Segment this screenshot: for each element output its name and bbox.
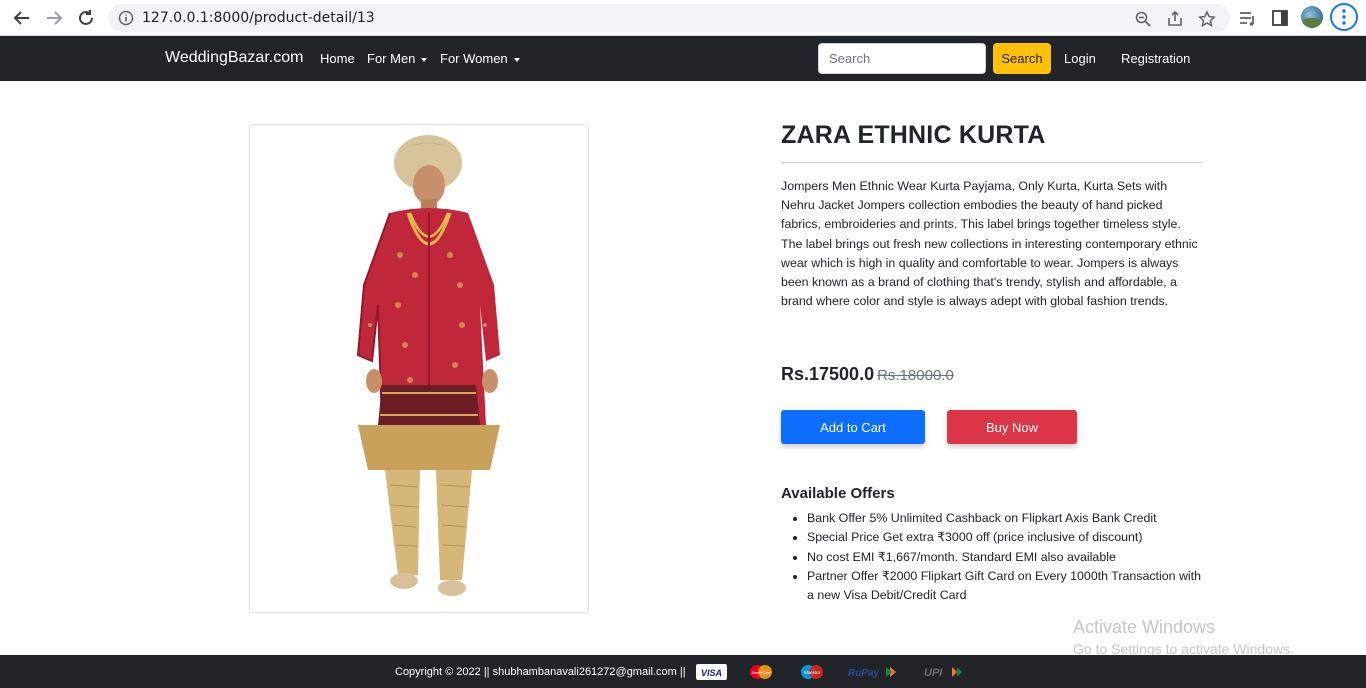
url-text: 127.0.0.1:8000/product-detail/13	[142, 10, 375, 26]
nav-women-label: For Women	[440, 51, 508, 66]
search-input[interactable]	[818, 43, 986, 74]
forward-arrow-icon[interactable]	[42, 6, 66, 30]
back-arrow-icon[interactable]	[10, 6, 34, 30]
address-bar[interactable]: 127.0.0.1:8000/product-detail/13	[108, 4, 1230, 32]
offer-item: Bank Offer 5% Unlimited Cashback on Flip…	[807, 509, 1207, 528]
svg-text:VISA: VISA	[701, 668, 722, 678]
zoom-icon[interactable]	[1134, 10, 1152, 28]
caret-down-icon	[513, 57, 520, 62]
svg-text:RuPay: RuPay	[848, 668, 880, 679]
reading-list-icon[interactable]	[1238, 8, 1258, 28]
svg-text:MasterCard: MasterCard	[752, 671, 772, 675]
upi-logo: UPI	[924, 667, 962, 679]
reload-icon[interactable]	[74, 6, 98, 30]
product-title: ZARA ETHNIC KURTA	[781, 121, 1046, 149]
bookmark-star-icon[interactable]	[1198, 10, 1216, 28]
offer-item: Special Price Get extra ₹3000 off (price…	[807, 528, 1207, 547]
product-image	[356, 135, 500, 596]
nav-home-link[interactable]: Home	[320, 51, 355, 66]
site-footer: Copyright © 2022 || shubhambanavali26127…	[0, 655, 1366, 688]
more-menu-icon[interactable]	[1330, 3, 1358, 31]
info-icon[interactable]	[118, 10, 134, 26]
product-image-card	[249, 124, 589, 613]
brand-logo[interactable]: WeddingBazar.com	[165, 49, 303, 67]
side-panel-icon[interactable]	[1270, 8, 1290, 28]
nav-women-dropdown[interactable]: For Women	[440, 51, 520, 66]
nav-login-link[interactable]: Login	[1064, 51, 1096, 66]
search-button[interactable]: Search	[993, 43, 1051, 74]
product-description: Jompers Men Ethnic Wear Kurta Payjama, O…	[781, 179, 1198, 309]
buy-now-button[interactable]: Buy Now	[947, 410, 1077, 444]
mastercard-logo: MasterCard	[750, 665, 772, 679]
avatar[interactable]	[1301, 6, 1323, 28]
svg-text:Maestro: Maestro	[804, 670, 820, 675]
maestro-logo: Maestro	[801, 665, 823, 679]
share-icon[interactable]	[1166, 10, 1184, 28]
rupay-logo: RuPay	[848, 667, 896, 679]
offers-heading: Available Offers	[781, 485, 895, 502]
site-navbar: WeddingBazar.com Home For Men For Women …	[0, 36, 1366, 81]
browser-toolbar: 127.0.0.1:8000/product-detail/13	[0, 0, 1366, 36]
title-divider	[781, 162, 1202, 163]
svg-text:UPI: UPI	[924, 667, 943, 679]
visa-logo: VISA	[696, 664, 727, 680]
copyright-text: Copyright © 2022 || shubhambanavali26127…	[395, 666, 686, 678]
nav-registration-link[interactable]: Registration	[1121, 51, 1190, 66]
add-to-cart-button[interactable]: Add to Cart	[781, 410, 925, 444]
old-price: Rs.18000.0	[877, 367, 954, 384]
offer-item: No cost EMI ₹1,667/month. Standard EMI a…	[807, 548, 1207, 567]
offer-item: Partner Offer ₹2000 Flipkart Gift Card o…	[807, 567, 1207, 606]
price-block: Rs.17500.0 Rs.18000.0	[781, 364, 954, 385]
offers-list: Bank Offer 5% Unlimited Cashback on Flip…	[807, 509, 1207, 605]
windows-activation-title: Activate Windows	[1073, 617, 1216, 637]
current-price: Rs.17500.0	[781, 364, 875, 384]
nav-men-label: For Men	[367, 51, 416, 66]
caret-down-icon	[421, 57, 428, 62]
nav-men-dropdown[interactable]: For Men	[367, 51, 428, 66]
